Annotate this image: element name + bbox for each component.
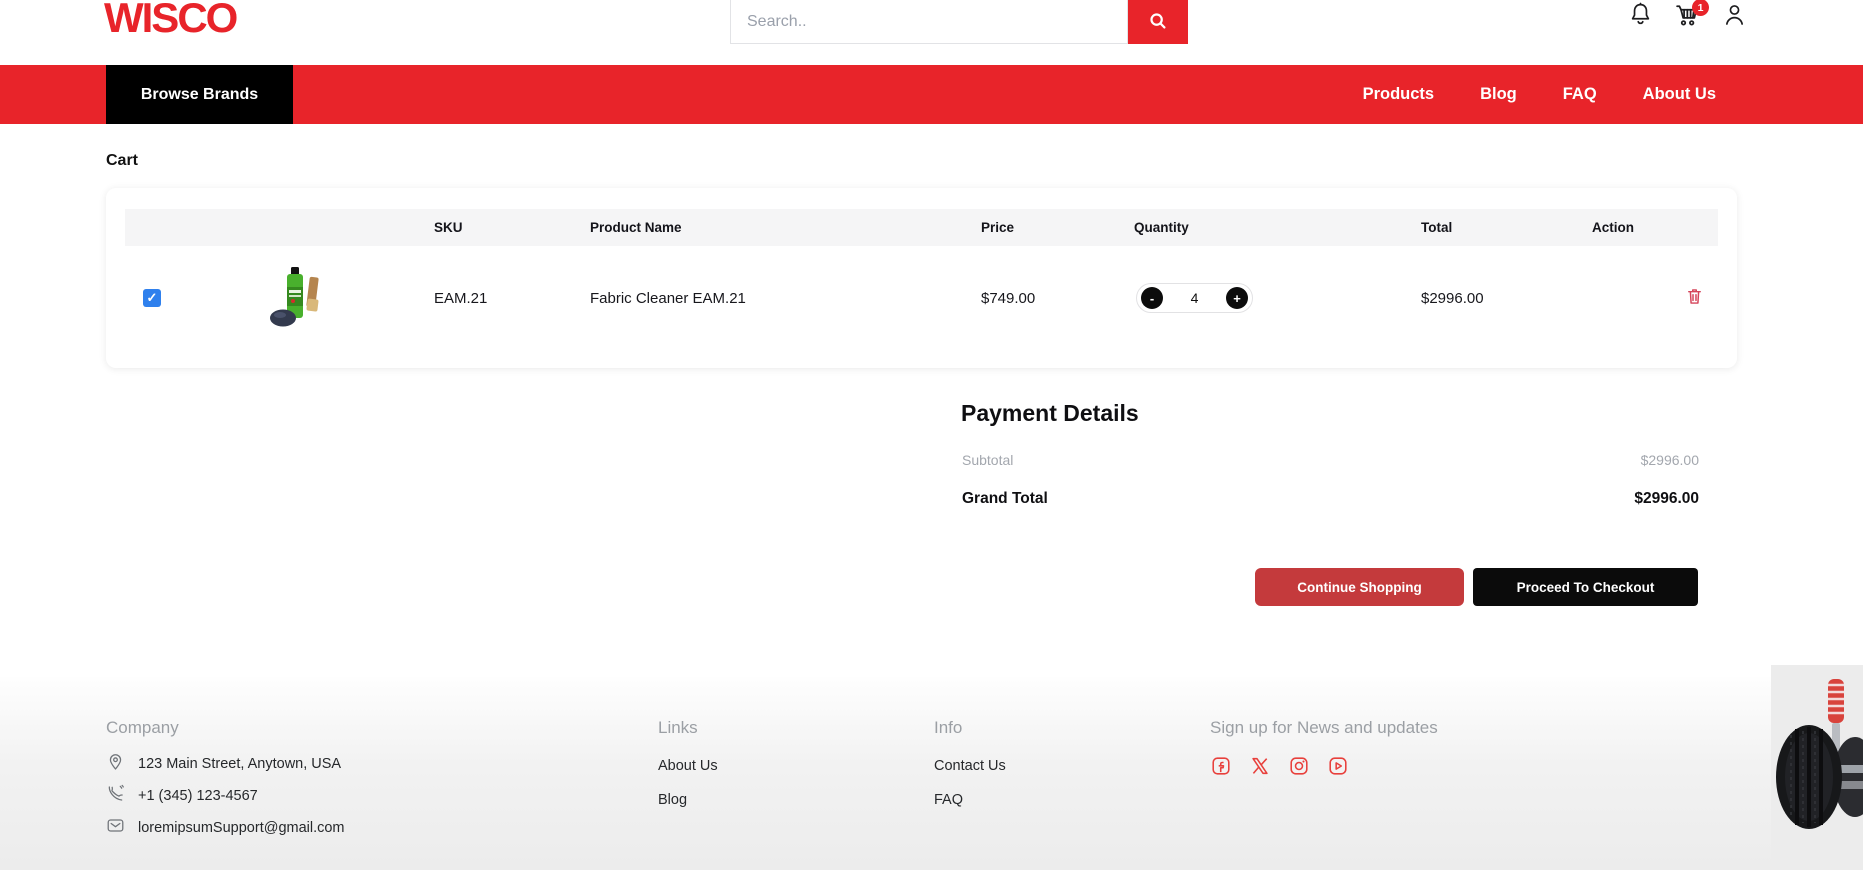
col-quantity: Quantity — [1134, 220, 1421, 235]
remove-item-button[interactable] — [1592, 286, 1718, 311]
header-icons — [1626, 2, 1748, 32]
instagram-icon[interactable] — [1288, 755, 1310, 777]
col-product-name: Product Name — [590, 220, 981, 235]
continue-shopping-button[interactable]: Continue Shopping — [1255, 568, 1464, 606]
grand-total-value: $2996.00 — [1634, 490, 1699, 508]
cart-page: WISCO 1 Browse Brands Pro — [0, 0, 1863, 870]
nav-link-faq[interactable]: FAQ — [1563, 85, 1597, 104]
x-icon[interactable] — [1249, 755, 1271, 777]
item-sku: EAM.21 — [434, 290, 590, 307]
user-icon — [1721, 1, 1748, 33]
footer-signup-title: Sign up for News and updates — [1210, 718, 1438, 738]
nav-link-blog[interactable]: Blog — [1480, 85, 1517, 104]
subtotal-label: Subtotal — [962, 452, 1013, 468]
footer: Company 123 Main Street, Anytown, USA +1… — [0, 677, 1863, 870]
footer-links-title: Links — [658, 718, 698, 738]
quantity-value: 4 — [1191, 290, 1199, 306]
table-header: SKU Product Name Price Quantity Total Ac… — [125, 209, 1718, 246]
brand-logo[interactable]: WISCO — [104, 0, 236, 42]
footer-email-text: loremipsumSupport@gmail.com — [138, 820, 345, 836]
col-total: Total — [1421, 220, 1592, 235]
footer-address-text: 123 Main Street, Anytown, USA — [138, 756, 341, 772]
col-action: Action — [1592, 220, 1718, 235]
quantity-decrease-button[interactable]: - — [1141, 287, 1163, 309]
tire-suspension-image — [1771, 665, 1863, 870]
mail-icon — [106, 816, 125, 839]
cart-card: SKU Product Name Price Quantity Total Ac… — [106, 188, 1737, 368]
youtube-icon[interactable] — [1327, 755, 1349, 777]
footer-address: 123 Main Street, Anytown, USA — [106, 752, 341, 775]
bell-icon — [1627, 1, 1654, 33]
location-pin-icon — [106, 752, 125, 775]
notifications-button[interactable] — [1626, 2, 1654, 32]
phone-icon — [106, 784, 125, 807]
table-row: ✓ EAM.21 Fabric Cleaner EAM.21 $749.00 — [125, 246, 1718, 350]
item-price: $749.00 — [981, 290, 1134, 307]
main-navbar: Browse Brands Products Blog FAQ About Us — [0, 65, 1863, 124]
item-name: Fabric Cleaner EAM.21 — [590, 290, 981, 307]
account-button[interactable] — [1720, 2, 1748, 32]
grand-total-label: Grand Total — [962, 490, 1048, 508]
facebook-icon[interactable] — [1210, 755, 1232, 777]
proceed-to-checkout-button[interactable]: Proceed To Checkout — [1473, 568, 1698, 606]
footer-phone[interactable]: +1 (345) 123-4567 — [106, 784, 258, 807]
col-price: Price — [981, 220, 1134, 235]
grand-total-row: Grand Total $2996.00 — [962, 490, 1699, 508]
search-button[interactable] — [1128, 0, 1188, 44]
footer-link-contact[interactable]: Contact Us — [934, 758, 1006, 774]
browse-brands-button[interactable]: Browse Brands — [106, 65, 293, 124]
search-bar — [730, 0, 1188, 44]
payment-details-title: Payment Details — [961, 400, 1139, 427]
quantity-increase-button[interactable]: + — [1226, 287, 1248, 309]
item-total: $2996.00 — [1421, 290, 1592, 307]
item-checkbox[interactable]: ✓ — [143, 289, 161, 307]
footer-link-blog[interactable]: Blog — [658, 792, 687, 808]
search-icon — [1147, 10, 1169, 35]
product-image — [270, 265, 326, 327]
subtotal-row: Subtotal $2996.00 — [962, 452, 1699, 468]
nav-links: Products Blog FAQ About Us — [1363, 65, 1716, 124]
page-title: Cart — [106, 152, 138, 170]
nav-link-about[interactable]: About Us — [1643, 85, 1716, 104]
footer-company-title: Company — [106, 718, 179, 738]
nav-link-products[interactable]: Products — [1363, 85, 1435, 104]
footer-info-title: Info — [934, 718, 962, 738]
col-sku: SKU — [434, 220, 590, 235]
trash-icon — [1684, 286, 1705, 311]
search-input[interactable] — [730, 0, 1128, 44]
footer-link-about[interactable]: About Us — [658, 758, 718, 774]
footer-phone-text: +1 (345) 123-4567 — [138, 788, 258, 804]
quantity-stepper: - 4 + — [1136, 283, 1253, 313]
subtotal-value: $2996.00 — [1641, 452, 1699, 468]
social-icons — [1210, 755, 1349, 777]
footer-email[interactable]: loremipsumSupport@gmail.com — [106, 816, 345, 839]
footer-link-faq[interactable]: FAQ — [934, 792, 963, 808]
